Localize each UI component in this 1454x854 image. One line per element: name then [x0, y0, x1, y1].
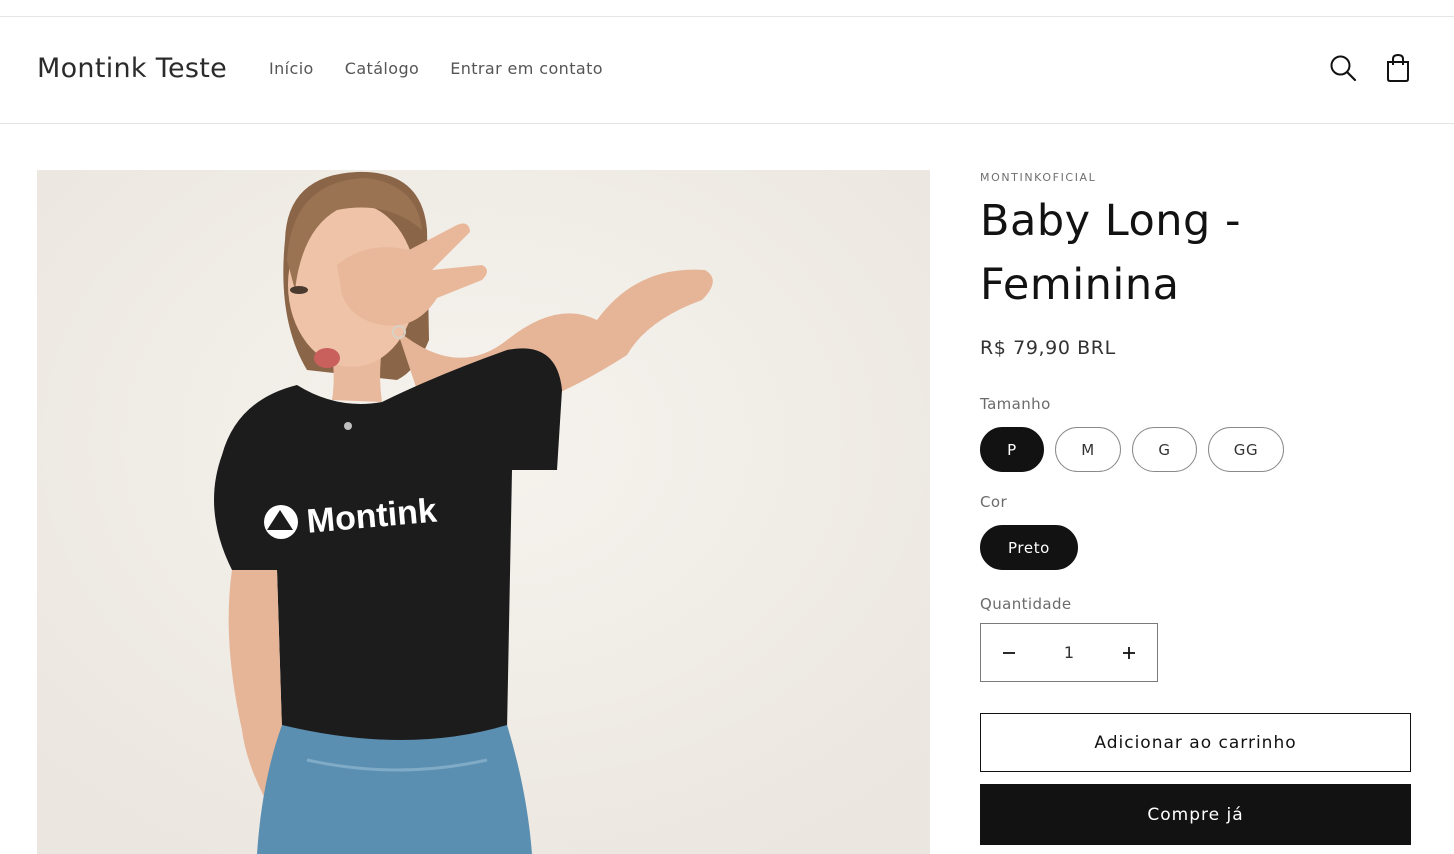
- store-logo[interactable]: Montink Teste: [37, 53, 227, 84]
- plus-icon[interactable]: [1101, 624, 1157, 681]
- product-title: Baby Long - Feminina: [980, 189, 1411, 317]
- bag-icon[interactable]: [1382, 52, 1414, 84]
- size-option-m[interactable]: M: [1055, 427, 1121, 472]
- nav-link-contato[interactable]: Entrar em contato: [450, 59, 603, 78]
- color-label: Cor: [980, 493, 1008, 511]
- size-option-g[interactable]: G: [1132, 427, 1197, 472]
- nav-link-inicio[interactable]: Início: [269, 59, 314, 78]
- quantity-label: Quantidade: [980, 595, 1072, 613]
- site-header: Montink Teste Início Catálogo Entrar em …: [0, 17, 1454, 124]
- announcement-bar: [0, 0, 1454, 17]
- buy-now-button[interactable]: Compre já: [980, 784, 1411, 845]
- main-nav: Início Catálogo Entrar em contato: [269, 59, 634, 78]
- size-option-p[interactable]: P: [980, 427, 1044, 472]
- color-option-preto[interactable]: Preto: [980, 525, 1078, 570]
- quantity-stepper: [980, 623, 1158, 682]
- size-option-gg[interactable]: GG: [1208, 427, 1284, 472]
- size-label: Tamanho: [980, 395, 1051, 413]
- product-info: MONTINKOFICIAL Baby Long - Feminina R$ 7…: [980, 168, 1411, 845]
- quantity-input[interactable]: [1037, 632, 1101, 673]
- product-title-line1: Baby Long -: [980, 196, 1242, 246]
- color-options: Preto: [980, 525, 1078, 570]
- product-title-line2: Feminina: [980, 260, 1180, 310]
- product-price: R$ 79,90 BRL: [980, 337, 1116, 359]
- size-options: P M G GG: [980, 427, 1284, 472]
- minus-icon[interactable]: [981, 624, 1037, 681]
- product-image[interactable]: Montink: [37, 170, 930, 854]
- search-icon[interactable]: [1327, 52, 1359, 84]
- nav-link-catalogo[interactable]: Catálogo: [345, 59, 419, 78]
- product-vendor: MONTINKOFICIAL: [980, 171, 1097, 184]
- add-to-cart-button[interactable]: Adicionar ao carrinho: [980, 713, 1411, 772]
